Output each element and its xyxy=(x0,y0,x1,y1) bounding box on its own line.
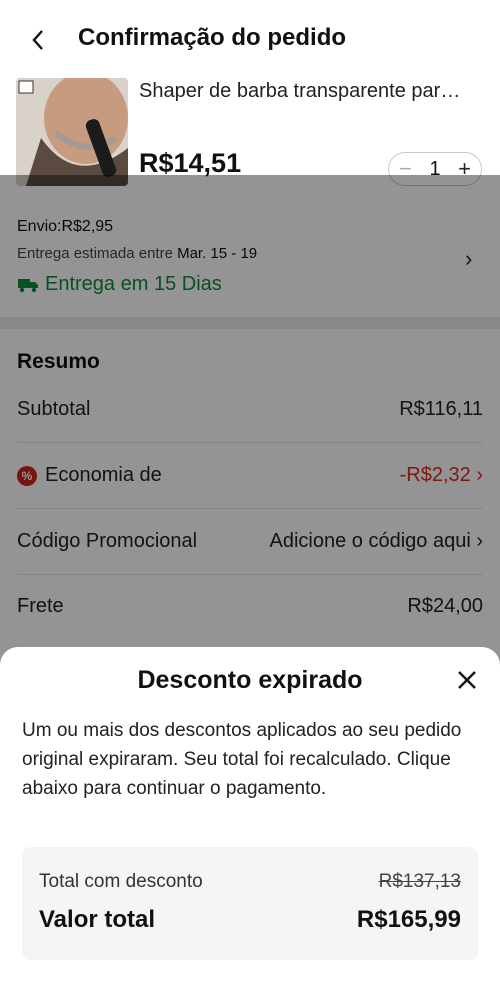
modal-message: Um ou mais dos descontos aplicados ao se… xyxy=(22,720,462,799)
discount-total-value: R$137,13 xyxy=(378,871,461,892)
discount-total-row: Total com desconto R$137,13 xyxy=(39,871,461,893)
chevron-left-icon xyxy=(32,30,43,50)
product-name[interactable]: Shaper de barba transparente par… xyxy=(139,80,489,103)
grand-total-row: Valor total R$165,99 xyxy=(39,906,461,934)
grand-total-label: Valor total xyxy=(39,906,156,933)
product-image[interactable] xyxy=(16,78,128,186)
discount-total-label: Total com desconto xyxy=(39,871,203,892)
close-icon xyxy=(458,671,476,689)
total-box xyxy=(22,847,478,960)
page-title: Confirmação do pedido xyxy=(78,24,347,51)
back-button[interactable] xyxy=(22,24,54,56)
close-button[interactable] xyxy=(453,664,481,696)
modal-title: Desconto expirado xyxy=(137,666,363,694)
grand-total-value: R$165,99 xyxy=(356,906,461,933)
product-photo-icon xyxy=(16,78,128,186)
